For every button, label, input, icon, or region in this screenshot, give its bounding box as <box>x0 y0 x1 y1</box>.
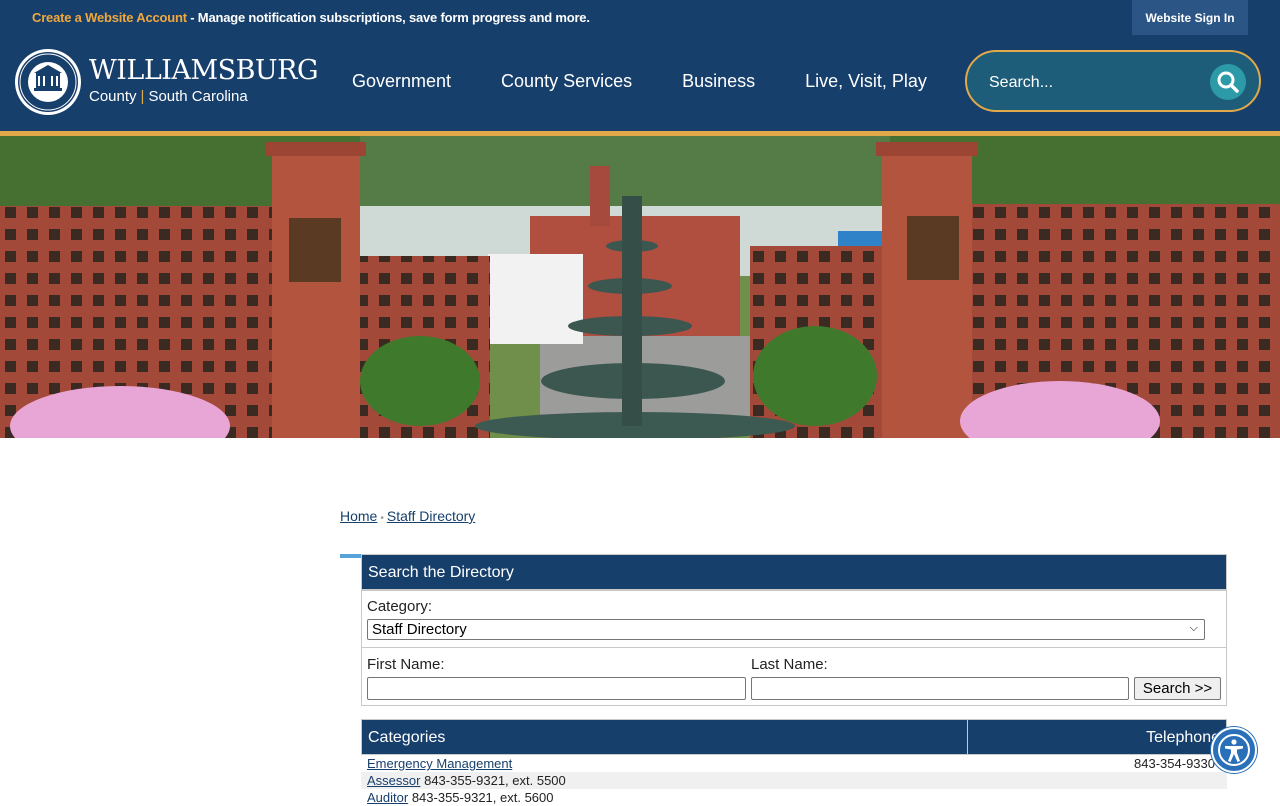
search-input[interactable] <box>987 70 1191 96</box>
nav-business[interactable]: Business <box>682 71 755 92</box>
search-button[interactable] <box>1210 64 1246 100</box>
main-nav: Government County Services Business Live… <box>352 71 977 92</box>
last-name-field[interactable] <box>751 677 1129 700</box>
first-name-label: First Name: <box>367 656 445 673</box>
table-row: Auditor 843-355-9321, ext. 5600 <box>361 789 1227 806</box>
accessibility-button[interactable] <box>1211 727 1257 773</box>
nav-county-services[interactable]: County Services <box>501 71 632 92</box>
search-icon <box>1217 71 1239 93</box>
hero-banner-image <box>0 136 1280 438</box>
site-search <box>965 50 1261 112</box>
directory-search-button[interactable]: Search >> <box>1134 677 1221 700</box>
row-inline-phone: 843-355-9321, ext. 5500 <box>424 773 566 788</box>
top-utility-bar: Create a Website Account - Manage notifi… <box>0 0 1280 35</box>
category-link-emergency-management[interactable]: Emergency Management <box>367 756 512 771</box>
brand-state: South Carolina <box>148 88 248 105</box>
brand-county: County <box>89 88 137 105</box>
breadcrumb-current[interactable]: Staff Directory <box>387 508 475 524</box>
table-row: Emergency Management 843-354-9330 <box>361 755 1227 772</box>
account-banner: Create a Website Account - Manage notifi… <box>32 10 590 25</box>
first-name-field[interactable] <box>367 677 746 700</box>
form-divider <box>362 647 1226 648</box>
panel-accent-tab <box>340 554 361 558</box>
brand-subtitle: County | South Carolina <box>89 88 248 105</box>
nav-government[interactable]: Government <box>352 71 451 92</box>
column-divider <box>967 720 968 754</box>
breadcrumb: Home • Staff Directory <box>340 508 475 524</box>
last-name-label: Last Name: <box>751 656 828 673</box>
directory-panel-title: Search the Directory <box>361 554 1227 590</box>
category-select[interactable]: Staff Directory ⌵ <box>367 619 1205 640</box>
category-link-auditor[interactable]: Auditor <box>367 790 408 805</box>
breadcrumb-separator: • <box>380 513 384 524</box>
column-header-categories: Categories <box>368 729 446 746</box>
brand-separator: | <box>140 88 145 105</box>
county-seal-logo[interactable] <box>14 48 82 116</box>
nav-live-visit-play[interactable]: Live, Visit, Play <box>805 71 927 92</box>
category-link-assessor[interactable]: Assessor <box>367 773 420 788</box>
chevron-down-icon: ⌵ <box>1189 622 1198 634</box>
accessibility-icon <box>1218 734 1250 766</box>
breadcrumb-home[interactable]: Home <box>340 508 377 524</box>
table-row: Assessor 843-355-9321, ext. 5500 <box>361 772 1227 789</box>
site-header: WILLIAMSBURG County | South Carolina Gover… <box>0 35 1280 131</box>
account-banner-message: - Manage notification subscriptions, sav… <box>186 10 590 25</box>
row-telephone: 843-354-9330 <box>1134 756 1215 771</box>
brand-name[interactable]: WILLIAMSBURG <box>89 55 319 86</box>
category-label: Category: <box>367 598 433 615</box>
create-account-link[interactable]: Create a Website Account <box>32 10 187 25</box>
column-header-telephone: Telephone <box>1146 729 1220 746</box>
website-sign-in-button[interactable]: Website Sign In <box>1132 0 1248 35</box>
results-table-header: Categories Telephone <box>361 719 1227 755</box>
category-select-value: Staff Directory <box>372 621 467 638</box>
row-inline-phone: 843-355-9321, ext. 5600 <box>411 790 554 805</box>
